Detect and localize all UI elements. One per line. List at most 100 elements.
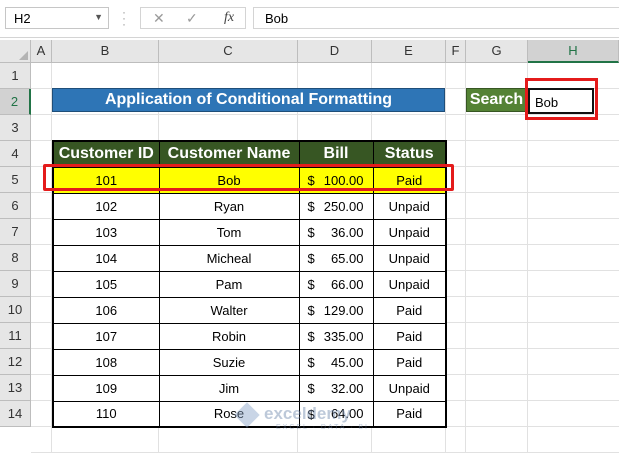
row-header-5[interactable]: 5 — [0, 167, 31, 193]
cell-customer-name[interactable]: Suzie — [158, 348, 300, 376]
customer-table: Customer ID Customer Name Bill Status 10… — [52, 140, 447, 428]
column-header-c[interactable]: C — [159, 40, 298, 63]
cell-customer-id[interactable]: 107 — [52, 322, 160, 350]
column-header-e[interactable]: E — [372, 40, 446, 63]
cell-customer-id[interactable]: 105 — [52, 270, 160, 298]
header-bill[interactable]: Bill — [298, 140, 374, 168]
row-header-10[interactable]: 10 — [0, 297, 31, 323]
cell-customer-id[interactable]: 103 — [52, 218, 160, 246]
cell-status[interactable]: Unpaid — [372, 244, 447, 272]
cell-status[interactable]: Paid — [372, 322, 447, 350]
table-row: 102 Ryan $250.00 Unpaid — [52, 192, 447, 220]
column-header-a[interactable]: A — [31, 40, 52, 63]
name-box-value: H2 — [14, 11, 31, 26]
cell-bill[interactable]: $250.00 — [298, 192, 374, 220]
watermark-name: exceldemy — [264, 404, 351, 423]
bill-amount: 65.00 — [330, 250, 364, 266]
currency-symbol: $ — [307, 380, 315, 396]
row-header-4[interactable]: 4 — [0, 141, 31, 167]
header-customer-name[interactable]: Customer Name — [158, 140, 300, 168]
cell-customer-id[interactable]: 104 — [52, 244, 160, 272]
search-label: Search — [466, 88, 527, 112]
column-header-d[interactable]: D — [298, 40, 372, 63]
cell-customer-id[interactable]: 101 — [52, 166, 160, 194]
cell-bill[interactable]: $65.00 — [298, 244, 374, 272]
bill-amount: 335.00 — [323, 328, 364, 344]
table-row: 101 Bob $100.00 Paid — [52, 166, 447, 194]
row-header-7[interactable]: 7 — [0, 219, 31, 245]
bill-amount: 36.00 — [330, 224, 364, 240]
cell-status[interactable]: Unpaid — [372, 270, 447, 298]
table-row: 108 Suzie $45.00 Paid — [52, 348, 447, 376]
row-header-14[interactable]: 14 — [0, 401, 31, 427]
header-status[interactable]: Status — [372, 140, 447, 168]
cell-customer-name[interactable]: Micheal — [158, 244, 300, 272]
currency-symbol: $ — [307, 354, 315, 370]
cell-customer-name[interactable]: Jim — [158, 374, 300, 402]
formula-buttons: ✕ ✓ fx — [140, 7, 246, 29]
formula-value: Bob — [265, 11, 289, 26]
cell-status[interactable]: Paid — [372, 348, 447, 376]
column-header-b[interactable]: B — [52, 40, 159, 63]
row-header-6[interactable]: 6 — [0, 193, 31, 219]
cell-bill[interactable]: $36.00 — [298, 218, 374, 246]
cell-status[interactable]: Paid — [372, 166, 447, 194]
cell-status[interactable]: Unpaid — [372, 374, 447, 402]
cell-customer-name[interactable]: Robin — [158, 322, 300, 350]
cell-bill[interactable]: $66.00 — [298, 270, 374, 298]
cell-bill[interactable]: $335.00 — [298, 322, 374, 350]
row-header-9[interactable]: 9 — [0, 271, 31, 297]
bill-amount: 32.00 — [330, 380, 364, 396]
row-header-1[interactable]: 1 — [0, 63, 31, 89]
currency-symbol: $ — [307, 172, 315, 188]
cell-customer-name[interactable]: Ryan — [158, 192, 300, 220]
formula-input[interactable]: Bob — [253, 7, 619, 29]
column-header-h[interactable]: H — [528, 40, 619, 63]
cell-customer-id[interactable]: 110 — [52, 400, 160, 428]
table-row: 103 Tom $36.00 Unpaid — [52, 218, 447, 246]
cell-bill[interactable]: $129.00 — [298, 296, 374, 324]
insert-function-icon[interactable]: fx — [224, 10, 234, 26]
cell-status[interactable]: Paid — [372, 400, 447, 428]
row-header-13[interactable]: 13 — [0, 375, 31, 401]
cell-customer-id[interactable]: 106 — [52, 296, 160, 324]
row-header-8[interactable]: 8 — [0, 245, 31, 271]
row-header-11[interactable]: 11 — [0, 323, 31, 349]
row-header-12[interactable]: 12 — [0, 349, 31, 375]
table-row: 107 Robin $335.00 Paid — [52, 322, 447, 350]
cell-status[interactable]: Unpaid — [372, 218, 447, 246]
row-header-2[interactable]: 2 — [0, 89, 31, 115]
grid-line — [527, 63, 528, 453]
bill-amount: 45.00 — [330, 354, 364, 370]
cell-bill[interactable]: $45.00 — [298, 348, 374, 376]
cell-customer-name[interactable]: Bob — [158, 166, 300, 194]
cell-bill[interactable]: $100.00 — [298, 166, 374, 194]
cancel-icon[interactable]: ✕ — [153, 10, 165, 27]
cell-customer-id[interactable]: 108 — [52, 348, 160, 376]
row-header-3[interactable]: 3 — [0, 115, 31, 141]
search-input[interactable]: Bob — [528, 88, 594, 114]
cell-status[interactable]: Unpaid — [372, 192, 447, 220]
name-box[interactable]: H2 ▼ — [5, 7, 109, 29]
select-all-triangle-icon — [19, 51, 28, 60]
column-header-f[interactable]: F — [446, 40, 466, 63]
currency-symbol: $ — [307, 198, 315, 214]
table-header-row: Customer ID Customer Name Bill Status — [52, 140, 447, 168]
cell-customer-name[interactable]: Tom — [158, 218, 300, 246]
select-all-button[interactable] — [0, 40, 31, 63]
cell-bill[interactable]: $32.00 — [298, 374, 374, 402]
table-row: 104 Micheal $65.00 Unpaid — [52, 244, 447, 272]
column-header-g[interactable]: G — [466, 40, 528, 63]
currency-symbol: $ — [307, 328, 315, 344]
cell-customer-name[interactable]: Walter — [158, 296, 300, 324]
cell-customer-name[interactable]: Pam — [158, 270, 300, 298]
header-customer-id[interactable]: Customer ID — [52, 140, 160, 168]
cell-customer-id[interactable]: 102 — [52, 192, 160, 220]
drag-handle-icon[interactable]: · · · — [122, 6, 126, 30]
cell-status[interactable]: Paid — [372, 296, 447, 324]
cell-customer-id[interactable]: 109 — [52, 374, 160, 402]
chevron-down-icon[interactable]: ▼ — [94, 12, 103, 22]
check-icon[interactable]: ✓ — [186, 10, 198, 27]
currency-symbol: $ — [307, 302, 315, 318]
bill-amount: 129.00 — [323, 302, 364, 318]
